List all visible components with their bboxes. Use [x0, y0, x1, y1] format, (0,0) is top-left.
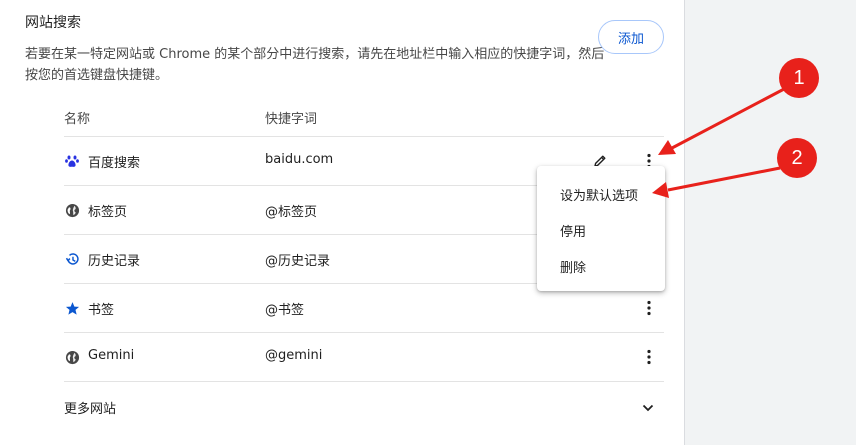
annotation-badge-2: 2 [777, 138, 817, 178]
annotation-badge-1: 1 [779, 58, 819, 98]
annotation-arrows [652, 86, 787, 198]
